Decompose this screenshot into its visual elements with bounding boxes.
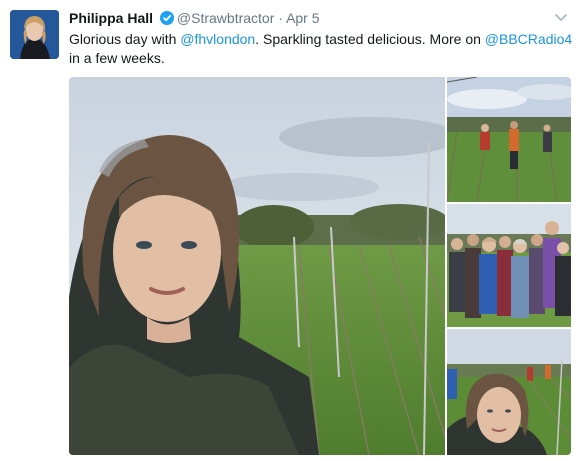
tweet-date[interactable]: Apr 5 (286, 10, 319, 26)
tweet-text-part: . Sparkling tasted delicious. More on (255, 31, 485, 47)
verified-badge-icon (159, 11, 174, 29)
photo-selfie-vineyard[interactable] (69, 77, 445, 455)
tweet-text-part: in a few weeks. (69, 50, 165, 66)
photo-group-portrait[interactable] (447, 204, 571, 327)
tweet-text: Glorious day with @fhvlondon. Sparkling … (69, 30, 574, 68)
tweet-text-part: Glorious day with (69, 31, 181, 47)
mention-link[interactable]: @BBCRadio4 (485, 31, 572, 47)
author-name[interactable]: Philippa Hall (69, 10, 153, 26)
chevron-down-icon[interactable] (554, 10, 568, 28)
author-handle[interactable]: @Strawbtractor (177, 10, 274, 26)
photo-vineyard-group-working[interactable] (447, 77, 571, 202)
media-grid (69, 77, 571, 455)
tweet-header: Philippa Hall @Strawbtractor · Apr 5 (69, 9, 568, 27)
meta-separator: · (278, 10, 283, 26)
author-avatar[interactable] (10, 10, 59, 59)
photo-selfie-small[interactable] (447, 329, 571, 455)
mention-link[interactable]: @fhvlondon (180, 31, 255, 47)
